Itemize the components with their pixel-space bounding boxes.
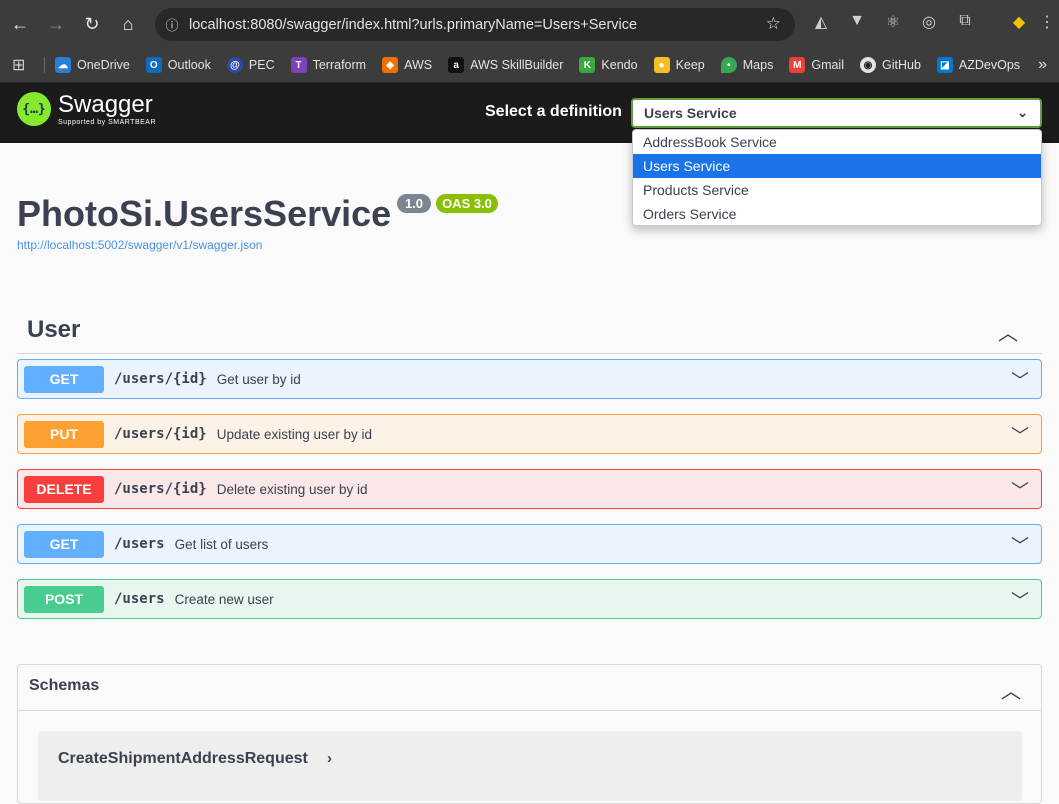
tag-name: User [27, 316, 81, 343]
browser-menu-icon[interactable]: ⋮ [1036, 12, 1058, 36]
definition-dropdown-list: AddressBook Service Users Service Produc… [632, 129, 1042, 226]
method-badge: POST [24, 585, 104, 613]
bookmark-gmail[interactable]: M Gmail [789, 57, 844, 73]
bookmark-onedrive[interactable]: ☁ OneDrive [55, 57, 130, 73]
operation-path: /users/{id} [114, 481, 207, 497]
logo-subtitle: Supported by SMARTBEAR [58, 119, 157, 126]
chevron-up-icon[interactable]: ︿ [1001, 675, 1021, 704]
url-text[interactable]: localhost:8080/swagger/index.html?urls.p… [189, 17, 637, 33]
github-icon: ◉ [860, 57, 876, 73]
model-name: CreateShipmentAddressRequest [58, 750, 308, 767]
maps-icon: • [720, 57, 737, 73]
bookmark-star-icon[interactable]: ☆ [766, 14, 781, 34]
bookmark-github[interactable]: ◉ GitHub [860, 57, 921, 73]
definition-selected-value: Users Service [644, 105, 737, 121]
version-badge: 1.0 [397, 194, 431, 213]
angular-extension-icon[interactable]: ◭ [810, 12, 832, 36]
gmail-icon: M [789, 57, 806, 73]
bookmark-kendo[interactable]: K Kendo [579, 57, 638, 73]
definition-option-orders[interactable]: Orders Service [633, 202, 1041, 226]
bookmark-outlook[interactable]: O Outlook [145, 57, 211, 73]
terraform-icon: T [290, 57, 307, 73]
target-extension-icon[interactable]: ◎ [918, 12, 940, 36]
model-container[interactable]: CreateShipmentAddressRequest › [38, 731, 1022, 801]
forward-icon[interactable]: → [38, 6, 74, 42]
bookmark-terraform[interactable]: T Terraform [290, 57, 366, 73]
bookmark-aws-skillbuilder[interactable]: a AWS SkillBuilder [448, 57, 563, 73]
bookmarks-bar: ⊞ ☁ OneDrive O Outlook @ PEC T Terraform ◈ AW… [0, 48, 1059, 83]
definition-option-products[interactable]: Products Service [633, 178, 1041, 202]
operation-path: /users [114, 591, 165, 607]
method-badge: GET [24, 365, 104, 393]
definition-label: Select a definition [485, 103, 622, 120]
method-badge: GET [24, 530, 104, 558]
chevron-up-icon[interactable]: ︿ [998, 317, 1018, 346]
api-title: PhotoSi.UsersService [17, 193, 392, 234]
operation-put-user-by-id[interactable]: PUT /users/{id} Update existing user by … [17, 414, 1042, 454]
onedrive-icon: ☁ [55, 57, 71, 73]
extensions-puzzle-icon[interactable]: ⧉ [954, 12, 976, 36]
operation-path: /users/{id} [114, 426, 207, 442]
reload-icon[interactable]: ↻ [74, 6, 110, 42]
keep-icon: ● [653, 57, 670, 73]
aws-skillbuilder-icon: a [448, 57, 465, 73]
chevron-down-icon: ⌄ [1017, 105, 1028, 120]
browser-toolbar: ← → ↻ ⌂ ⓘ localhost:8080/swagger/index.h… [0, 0, 1059, 48]
bookmarks-divider [44, 57, 45, 73]
operation-get-user-by-id[interactable]: GET /users/{id} Get user by id ﹀ [17, 359, 1042, 399]
chevron-down-icon[interactable]: ﹀ [1011, 477, 1029, 503]
azure-devops-icon: ◪ [936, 57, 953, 73]
home-icon[interactable]: ⌂ [110, 6, 146, 42]
bookmark-keep[interactable]: ● Keep [653, 57, 705, 73]
definition-select[interactable]: Users Service ⌄ [631, 98, 1042, 128]
schemas-header[interactable]: Schemas ︿ [18, 665, 1041, 711]
pec-icon: @ [226, 57, 243, 73]
logo-title: Swagger [58, 91, 153, 118]
spec-url-link[interactable]: http://localhost:5002/swagger/v1/swagger… [17, 238, 262, 252]
profile-avatar-icon[interactable]: ◆ [1008, 12, 1030, 36]
outlook-icon: O [145, 57, 162, 73]
operation-path: /users/{id} [114, 371, 207, 387]
chevron-down-icon[interactable]: ﹀ [1011, 587, 1029, 613]
address-bar[interactable]: ⓘ localhost:8080/swagger/index.html?urls… [155, 8, 795, 41]
definition-option-users[interactable]: Users Service [633, 154, 1041, 178]
chevron-right-icon[interactable]: › [327, 750, 332, 767]
kendo-icon: K [579, 57, 596, 73]
bookmark-maps[interactable]: • Maps [720, 57, 773, 73]
operation-path: /users [114, 536, 165, 552]
operation-delete-user-by-id[interactable]: DELETE /users/{id} Delete existing user … [17, 469, 1042, 509]
schemas-section: Schemas ︿ CreateShipmentAddressRequest › [17, 664, 1042, 804]
operation-summary: Get user by id [216, 371, 301, 387]
site-info-icon[interactable]: ⓘ [155, 15, 189, 34]
method-badge: PUT [24, 420, 104, 448]
bookmark-azdevops[interactable]: ◪ AZDevOps [936, 57, 1020, 73]
operation-summary: Get list of users [174, 536, 269, 552]
operation-summary: Update existing user by id [216, 426, 373, 442]
swagger-logo-icon: {…} [17, 92, 51, 126]
vue-extension-icon[interactable]: ▼ [846, 12, 868, 36]
aws-icon: ◈ [382, 57, 399, 73]
chevron-down-icon[interactable]: ﹀ [1011, 422, 1029, 448]
more-bookmarks-icon[interactable]: » [1038, 56, 1047, 74]
bookmark-aws[interactable]: ◈ AWS [382, 57, 432, 73]
operation-get-users[interactable]: GET /users Get list of users ﹀ [17, 524, 1042, 564]
chevron-down-icon[interactable]: ﹀ [1011, 532, 1029, 558]
operation-summary: Create new user [174, 591, 274, 607]
tag-header-user[interactable]: User ︿ [17, 305, 1042, 354]
back-icon[interactable]: ← [2, 6, 38, 42]
operation-summary: Delete existing user by id [216, 481, 368, 497]
operation-post-users[interactable]: POST /users Create new user ﹀ [17, 579, 1042, 619]
method-badge: DELETE [24, 475, 104, 503]
definition-option-addressbook[interactable]: AddressBook Service [633, 130, 1041, 154]
apps-grid-icon[interactable]: ⊞ [12, 55, 36, 75]
oas-badge: OAS 3.0 [436, 194, 498, 213]
react-extension-icon[interactable]: ⚛ [882, 12, 904, 36]
chevron-down-icon[interactable]: ﹀ [1011, 367, 1029, 393]
bookmark-pec[interactable]: @ PEC [226, 57, 275, 73]
schemas-title: Schemas [29, 677, 100, 694]
swagger-logo[interactable]: {…} Swagger Supported by SMARTBEAR [17, 92, 156, 126]
